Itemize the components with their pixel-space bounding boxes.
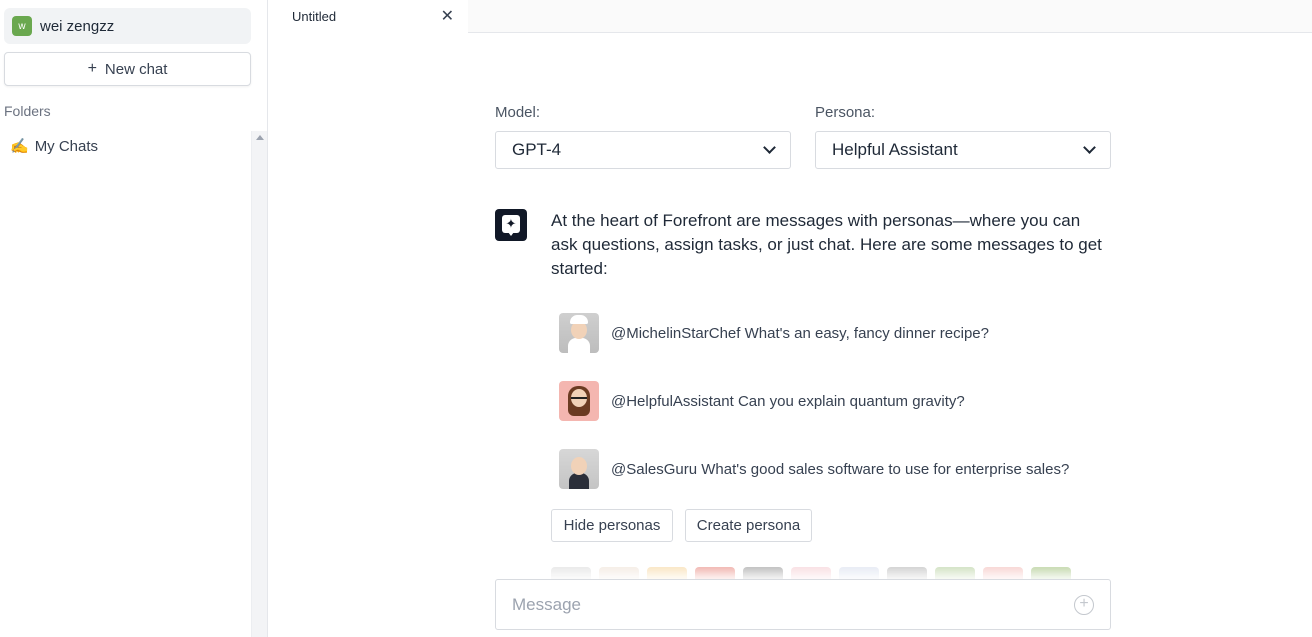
folders-heading: Folders xyxy=(4,103,51,119)
suggestion-sales[interactable]: @SalesGuru What's good sales software to… xyxy=(559,449,1069,489)
sidebar: w wei zengzz + New chat Folders ✍️ My Ch… xyxy=(0,0,268,637)
folder-label: My Chats xyxy=(34,137,99,155)
assistant-avatar xyxy=(559,381,599,421)
forefront-logo-icon: ✦ xyxy=(495,209,527,241)
model-value: GPT-4 xyxy=(512,140,562,159)
user-name: wei zengzz xyxy=(40,17,115,35)
tab-bar-empty xyxy=(468,0,1312,32)
new-chat-button[interactable]: + New chat xyxy=(4,52,251,86)
sidebar-scrollbar[interactable] xyxy=(251,131,267,637)
user-avatar: w xyxy=(12,16,32,36)
model-select[interactable]: GPT-4 xyxy=(495,131,791,169)
add-circle-icon[interactable]: + xyxy=(1074,595,1094,615)
tab-untitled[interactable]: Untitled ✕ xyxy=(268,0,468,33)
model-label: Model: xyxy=(495,104,541,121)
close-tab-icon[interactable]: ✕ xyxy=(441,6,454,26)
user-account-button[interactable]: w wei zengzz xyxy=(4,8,251,44)
suggestion-text: @MichelinStarChef What's an easy, fancy … xyxy=(611,324,989,342)
sales-avatar xyxy=(559,449,599,489)
suggestion-assistant[interactable]: @HelpfulAssistant Can you explain quantu… xyxy=(559,381,965,421)
intro-message: At the heart of Forefront are messages w… xyxy=(551,211,1102,278)
message-input[interactable] xyxy=(512,594,1052,616)
folder-my-chats[interactable]: ✍️ My Chats xyxy=(10,137,99,156)
tab-bar: Untitled ✕ xyxy=(268,0,1312,33)
plus-icon: + xyxy=(87,60,97,77)
writing-hand-icon: ✍️ xyxy=(10,138,29,155)
suggestion-text: @SalesGuru What's good sales software to… xyxy=(611,460,1070,478)
create-persona-button[interactable]: Create persona xyxy=(685,509,812,542)
chevron-down-icon xyxy=(1083,141,1096,154)
scroll-up-arrow-icon[interactable] xyxy=(256,135,264,140)
new-chat-label: New chat xyxy=(104,60,168,78)
suggestion-chef[interactable]: @MichelinStarChef What's an easy, fancy … xyxy=(559,313,989,353)
persona-select[interactable]: Helpful Assistant xyxy=(815,131,1111,169)
chevron-down-icon xyxy=(763,141,776,154)
message-composer: + xyxy=(495,579,1111,630)
hide-personas-button[interactable]: Hide personas xyxy=(551,509,673,542)
persona-label: Persona: xyxy=(815,104,876,121)
suggestion-text: @HelpfulAssistant Can you explain quantu… xyxy=(611,392,965,410)
tab-label: Untitled xyxy=(292,9,337,24)
persona-value: Helpful Assistant xyxy=(832,140,958,159)
chef-avatar xyxy=(559,313,599,353)
